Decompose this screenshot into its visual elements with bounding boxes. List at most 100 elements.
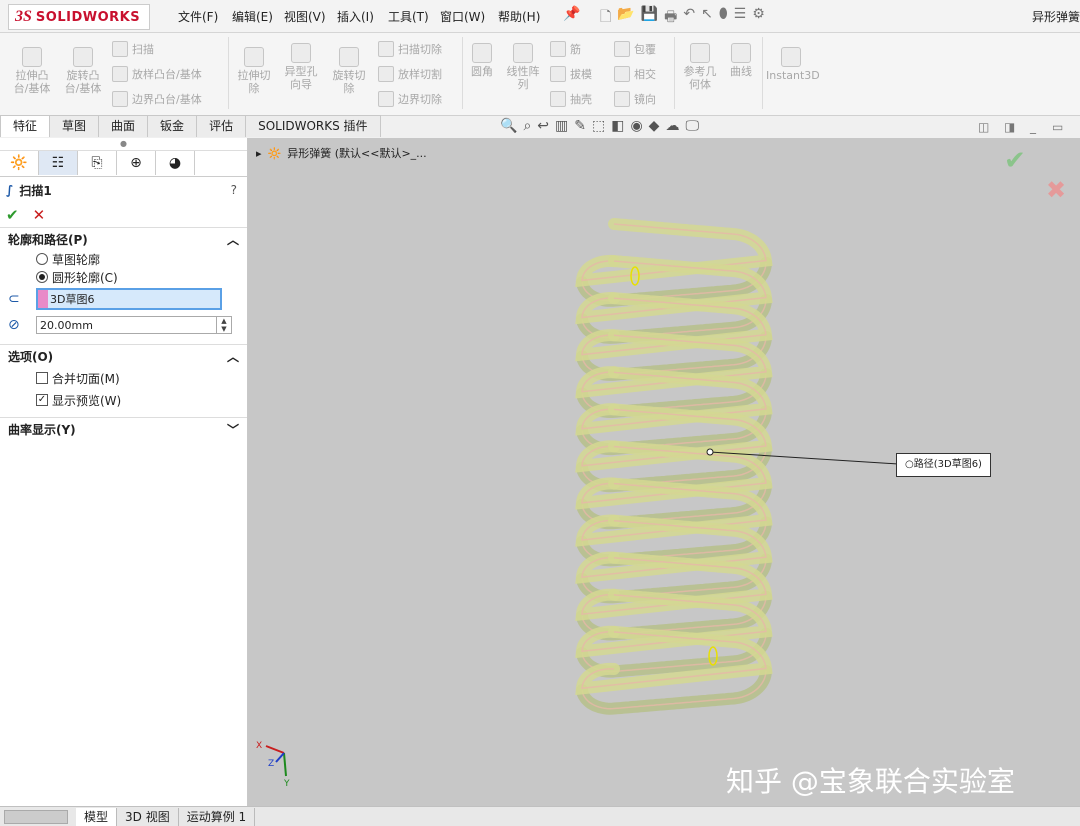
boundary-boss-button[interactable]: 边界凸台/基体 — [112, 91, 202, 107]
menu-item[interactable]: 编辑(E) — [232, 8, 273, 25]
hide-show-items-icon[interactable]: ◉ — [630, 118, 642, 134]
tab-surfaces[interactable]: 曲面 — [98, 115, 149, 137]
menu-item[interactable]: 帮助(H) — [498, 8, 540, 25]
path-selection-box[interactable]: 3D草图6 — [36, 288, 222, 310]
instant3d-button[interactable]: Instant3D — [766, 47, 820, 82]
rib-button[interactable]: 筋 — [550, 41, 581, 57]
panel-drag-handle[interactable]: ● — [0, 138, 247, 151]
section-view-icon[interactable]: ▥ — [555, 118, 568, 134]
loft-boss-button[interactable]: 放样凸台/基体 — [112, 66, 202, 82]
checkbox-checked[interactable]: ✓ — [36, 394, 48, 406]
view-orientation-icon[interactable]: ⬚ — [592, 118, 605, 134]
fillet-button[interactable]: 圆角 — [468, 43, 496, 78]
checkbox[interactable] — [36, 372, 48, 384]
pin-icon[interactable]: 📌 — [563, 6, 580, 22]
new-document-icon[interactable]: 🗋 — [600, 6, 611, 30]
extrude-boss-button[interactable]: 拉伸凸台/基体 — [10, 47, 54, 95]
coordinate-triad: X Y Z — [256, 741, 290, 789]
ok-button[interactable]: ✔ — [6, 206, 19, 224]
save-icon[interactable]: 💾 — [641, 6, 658, 30]
configuration-manager-tab-icon[interactable]: ⎘ — [78, 151, 117, 175]
dynamic-annotation-icon[interactable]: ✎ — [574, 118, 586, 134]
undo-icon[interactable]: ↶ — [683, 6, 695, 30]
zoom-to-fit-icon[interactable]: 🔍 — [500, 118, 517, 134]
tab-evaluate[interactable]: 评估 — [196, 115, 247, 137]
restore-panel-icon[interactable]: ◫ — [978, 120, 989, 134]
sweep-cut-button[interactable]: 扫描切除 — [378, 41, 442, 57]
chevron-up-icon[interactable]: ︿ — [227, 231, 239, 248]
menu-item[interactable]: 窗口(W) — [440, 8, 485, 25]
cancel-button[interactable]: ✕ — [33, 206, 46, 224]
menu-item[interactable]: 工具(T) — [388, 8, 429, 25]
curvature-display-group-header[interactable]: 曲率显示(Y) ﹀ — [0, 417, 247, 440]
radio-button-selected[interactable] — [36, 271, 48, 283]
edit-appearance-icon[interactable]: ◆ — [649, 118, 660, 134]
feature-manager-tab-icon[interactable]: 🔆 — [0, 151, 39, 175]
rebuild-icon[interactable]: ⬮ — [719, 6, 728, 30]
boundary-cut-icon — [378, 91, 394, 107]
draft-icon — [550, 66, 566, 82]
options-group-header[interactable]: 选项(O) ︿ — [0, 344, 247, 367]
reference-geometry-button[interactable]: 参考几何体 — [680, 43, 720, 91]
previous-view-icon[interactable]: ↩ — [537, 118, 549, 134]
loft-cut-button[interactable]: 放样切割 — [378, 66, 442, 82]
display-style-icon[interactable]: ◧ — [611, 118, 624, 134]
draft-button[interactable]: 拔模 — [550, 66, 592, 82]
profile-path-group-header[interactable]: 轮廓和路径(P) ︿ — [0, 227, 247, 250]
property-manager-tab-icon[interactable]: ☷ — [39, 151, 78, 175]
revolve-boss-button[interactable]: 旋转凸台/基体 — [60, 47, 106, 95]
circular-profile-radio[interactable]: 圆形轮廓(C) — [0, 268, 247, 286]
linear-pattern-icon — [513, 43, 533, 63]
command-manager-ribbon: 拉伸凸台/基体 旋转凸台/基体 扫描 放样凸台/基体 边界凸台/基体 拉伸切除 … — [0, 33, 1080, 116]
sketch-profile-radio[interactable]: 草图轮廓 — [0, 250, 247, 268]
tab-addins[interactable]: SOLIDWORKS 插件 — [245, 115, 381, 137]
curves-button[interactable]: 曲线 — [726, 43, 756, 78]
zoom-area-icon[interactable]: ⌕ — [523, 118, 531, 134]
file-properties-icon[interactable]: ☰ — [734, 6, 747, 30]
tab-3d-view[interactable]: 3D 视图 — [117, 807, 179, 826]
select-icon[interactable]: ↖ — [701, 6, 713, 30]
spinner-arrows-icon[interactable]: ▲ ▼ — [216, 317, 231, 333]
path-callout[interactable]: ○路径(3D草图6) — [896, 453, 991, 477]
intersect-button[interactable]: 相交 — [614, 66, 656, 82]
menu-item[interactable]: 视图(V) — [284, 8, 326, 25]
solidworks-logo[interactable]: 3S SOLIDWORKS — [8, 4, 150, 30]
tab-model[interactable]: 模型 — [76, 807, 118, 826]
apply-scene-icon[interactable]: ☁ — [665, 118, 679, 134]
linear-pattern-button[interactable]: 线性阵列 — [502, 43, 544, 91]
mirror-icon — [614, 91, 630, 107]
shell-button[interactable]: 抽壳 — [550, 91, 592, 107]
print-icon[interactable]: 🖶 — [664, 6, 677, 30]
tab-features[interactable]: 特征 — [0, 115, 51, 137]
open-icon[interactable]: 📂 — [617, 6, 634, 30]
chevron-up-icon[interactable]: ︿ — [227, 348, 239, 365]
expand-panel-icon[interactable]: ◨ — [1004, 120, 1015, 134]
options-gear-icon[interactable]: ⚙ — [752, 6, 765, 30]
minimize-icon[interactable]: _ — [1030, 120, 1036, 134]
menu-item[interactable]: 文件(F) — [178, 8, 218, 25]
hole-wizard-button[interactable]: 异型孔向导 — [280, 43, 322, 91]
radio-button[interactable] — [36, 253, 48, 265]
display-manager-tab-icon[interactable]: ◕ — [156, 151, 195, 175]
maximize-icon[interactable]: ▭ — [1052, 120, 1063, 134]
menu-item[interactable]: 插入(I) — [337, 8, 374, 25]
wrap-button[interactable]: 包覆 — [614, 41, 656, 57]
tab-sheet-metal[interactable]: 钣金 — [147, 115, 198, 137]
mirror-button[interactable]: 镜向 — [614, 91, 656, 107]
merge-tangent-checkbox[interactable]: 合并切面(M) — [0, 367, 247, 389]
chevron-down-icon[interactable]: ﹀ — [227, 421, 239, 438]
help-icon[interactable]: ? — [231, 183, 237, 197]
tab-motion-study[interactable]: 运动算例 1 — [179, 807, 256, 826]
y-axis — [283, 752, 287, 777]
view-settings-icon[interactable]: 🖵 — [685, 118, 699, 134]
boundary-cut-button[interactable]: 边界切除 — [378, 91, 442, 107]
show-preview-checkbox[interactable]: ✓ 显示预览(W) — [0, 389, 247, 411]
graphics-viewport[interactable]: ▸ 🔆 异形弹簧 (默认<<默认>_... ✔ ✖ ○路径(3D草图6) X Y… — [248, 138, 1080, 806]
revolve-cut-button[interactable]: 旋转切除 — [328, 47, 370, 95]
dimxpert-tab-icon[interactable]: ⊕ — [117, 151, 156, 175]
diameter-input[interactable]: 20.00mm ▲ ▼ — [36, 316, 232, 334]
tab-sketch[interactable]: 草图 — [49, 115, 100, 137]
sweep-button[interactable]: 扫描 — [112, 41, 154, 57]
tab-navigation-arrows[interactable] — [4, 809, 68, 824]
extrude-cut-button[interactable]: 拉伸切除 — [234, 47, 274, 95]
